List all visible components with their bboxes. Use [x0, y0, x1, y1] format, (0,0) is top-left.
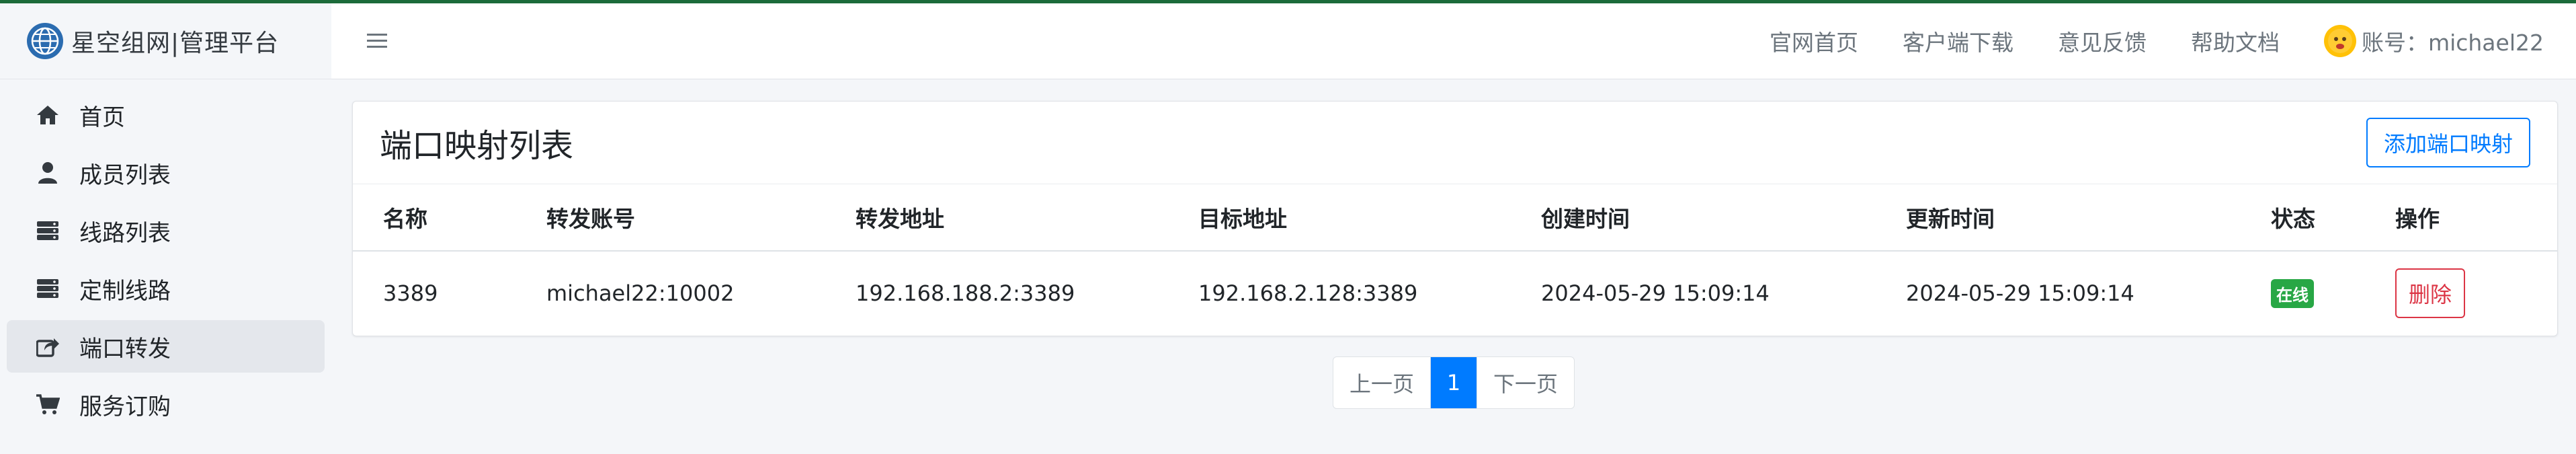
sidebar-item-custom-routes[interactable]: 定制线路: [7, 262, 325, 315]
globe-logo-icon: [27, 23, 63, 59]
cell-status: 在线: [2271, 251, 2395, 335]
link-client-download[interactable]: 客户端下载: [1903, 25, 2013, 57]
user-icon: [34, 159, 62, 187]
avatar-icon: [2323, 25, 2356, 57]
cell-created-time: 2024-05-29 15:09:14: [1541, 280, 1770, 306]
add-port-mapping-button[interactable]: 添加端口映射: [2366, 118, 2530, 167]
column-header-forward-address: 转发地址: [856, 184, 1198, 252]
status-badge: 在线: [2271, 278, 2314, 308]
column-header-actions: 操作: [2395, 184, 2557, 252]
server-icon: [34, 217, 62, 245]
cell-target-address: 192.168.2.128:3389: [1198, 280, 1418, 306]
port-mapping-table: 名称 转发账号 转发地址 目标地址 创建时间 更新时间 状态 操作 3389 m…: [353, 184, 2557, 335]
server-icon: [34, 274, 62, 303]
sidebar-item-label: 线路列表: [79, 219, 171, 247]
sidebar-item-subscription[interactable]: 服务订购: [7, 378, 325, 430]
sidebar: 星空组网|管理平台 首页 成员列表 线路列表 定制线路 端口转发 服务订购: [0, 3, 331, 454]
cell-account: michael22:10002: [546, 280, 735, 306]
menu-toggle-icon[interactable]: [364, 28, 390, 54]
sidebar-item-port-forward[interactable]: 端口转发: [7, 320, 325, 373]
account-label: 账号：michael22: [2361, 30, 2544, 56]
link-help-docs[interactable]: 帮助文档: [2191, 25, 2280, 57]
cell-updated-time: 2024-05-29 15:09:14: [1906, 280, 2134, 306]
sidebar-item-home[interactable]: 首页: [7, 89, 325, 141]
pagination-prev[interactable]: 上一页: [1333, 357, 1431, 408]
sidebar-item-label: 首页: [79, 104, 125, 131]
account-menu[interactable]: 账号：michael22: [2323, 25, 2544, 57]
column-header-target-address: 目标地址: [1198, 184, 1541, 252]
sidebar-item-members[interactable]: 成员列表: [7, 147, 325, 199]
cell-forward-address: 192.168.188.2:3389: [856, 280, 1075, 306]
pagination-next[interactable]: 下一页: [1477, 357, 1574, 408]
cell-name: 3389: [383, 280, 438, 306]
sidebar-nav: 首页 成员列表 线路列表 定制线路 端口转发 服务订购: [0, 79, 331, 430]
sidebar-item-label: 服务订购: [79, 393, 171, 420]
sidebar-item-label: 定制线路: [79, 277, 171, 305]
table-header-row: 名称 转发账号 转发地址 目标地址 创建时间 更新时间 状态 操作: [353, 184, 2557, 252]
column-header-updated-time: 更新时间: [1906, 184, 2271, 252]
page-title: 端口映射列表: [380, 127, 574, 165]
column-header-created-time: 创建时间: [1541, 184, 1906, 252]
column-header-account: 转发账号: [546, 184, 856, 252]
pagination: 上一页 1 下一页: [1333, 356, 1575, 409]
sidebar-item-label: 端口转发: [79, 335, 171, 363]
top-navbar: 官网首页 客户端下载 意见反馈 帮助文档 账号：michael22: [331, 3, 2576, 79]
cell-actions: 删除: [2395, 251, 2557, 335]
pagination-page-current[interactable]: 1: [1431, 357, 1478, 408]
brand[interactable]: 星空组网|管理平台: [0, 3, 331, 79]
card-header: 端口映射列表 添加端口映射: [353, 102, 2557, 184]
sidebar-item-label: 成员列表: [79, 161, 171, 189]
link-feedback[interactable]: 意见反馈: [2058, 25, 2147, 57]
header-links: 官网首页 客户端下载 意见反馈 帮助文档 账号：michael22: [1725, 25, 2544, 57]
column-header-name: 名称: [353, 184, 546, 252]
sidebar-item-routes[interactable]: 线路列表: [7, 204, 325, 257]
column-header-status: 状态: [2271, 184, 2395, 252]
home-icon: [34, 101, 62, 129]
app-title: 星空组网|管理平台: [71, 30, 280, 57]
link-official-home[interactable]: 官网首页: [1770, 25, 1858, 57]
table-row: 3389 michael22:10002 192.168.188.2:3389 …: [353, 251, 2557, 335]
delete-button[interactable]: 删除: [2395, 268, 2466, 318]
port-mapping-card: 端口映射列表 添加端口映射 名称 转发账号 转发地址 目标地址 创建时间 更新时…: [352, 101, 2558, 336]
share-icon: [34, 332, 62, 361]
cart-icon: [34, 390, 62, 418]
